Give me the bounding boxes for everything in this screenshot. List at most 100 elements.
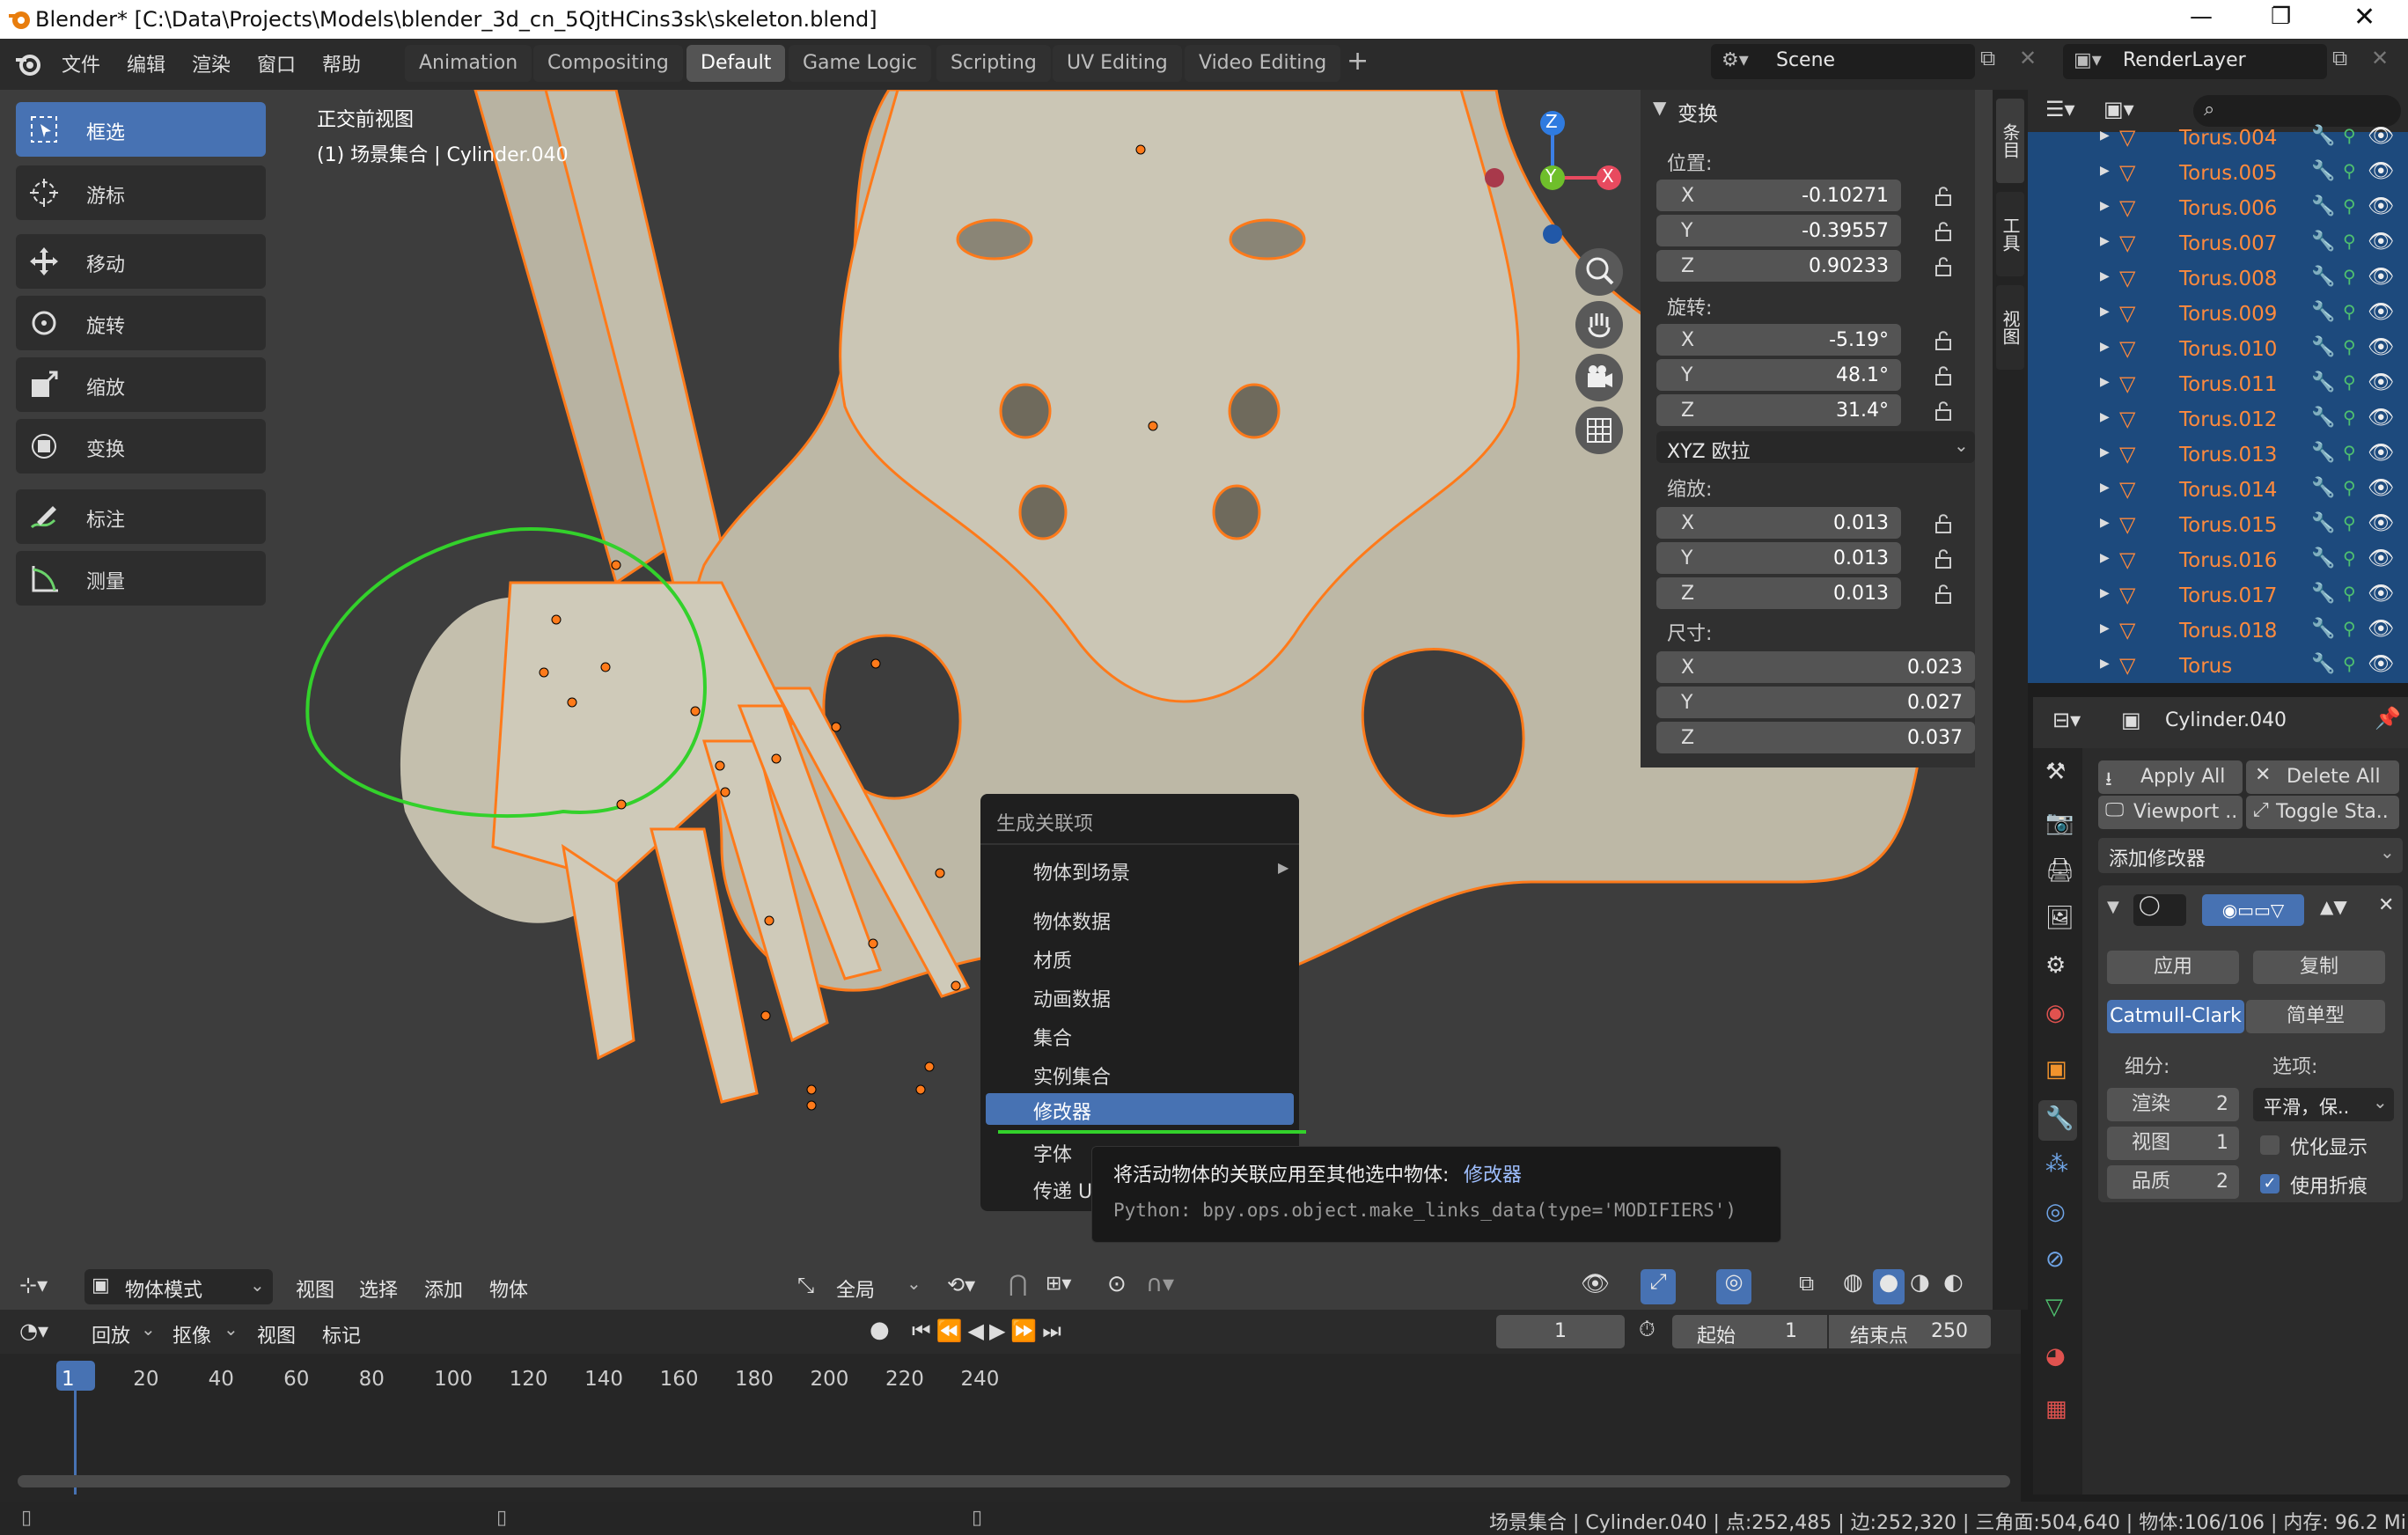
new-scene-icon[interactable]: ⧉	[1980, 46, 1995, 70]
output-icon[interactable]: 🖨	[2045, 857, 2074, 884]
delete-layer-icon[interactable]: ✕	[2371, 46, 2389, 70]
outliner-item[interactable]: ▶ ▽ Torus.018 🔧 ⚲ 👁	[2100, 616, 2399, 651]
close-icon[interactable]: ✕	[2353, 2, 2375, 33]
tab-scripting[interactable]: Scripting	[936, 45, 1051, 82]
menu-item-modifiers[interactable]: 修改器	[986, 1093, 1294, 1125]
camera-view-icon[interactable]	[1575, 354, 1623, 401]
snap-magnet-icon[interactable]: ⋂	[1009, 1271, 1027, 1297]
dimension-z-field[interactable]: Z 0.037	[1656, 722, 1975, 753]
outliner-item[interactable]: ▶ ▽ Torus.017 🔧 ⚲ 👁	[2100, 581, 2399, 616]
tool-rotate[interactable]: 旋转	[16, 296, 266, 350]
menu-item-collection[interactable]: 集合	[1033, 1023, 1072, 1051]
delete-scene-icon[interactable]: ✕	[2019, 46, 2037, 70]
object-props-icon[interactable]: ▣	[2045, 1056, 2067, 1083]
visibility-eye-icon[interactable]: 👁	[2368, 264, 2394, 289]
visibility-eye-icon[interactable]: 👁	[2368, 475, 2394, 500]
visibility-eye-icon[interactable]: 👁	[2368, 299, 2394, 324]
snap-type-icon[interactable]: ⊞▾	[1046, 1273, 1071, 1295]
dimension-x-field[interactable]: X 0.023	[1656, 651, 1975, 683]
mesh-data-icon[interactable]: ⚲	[2343, 125, 2356, 146]
mesh-data-icon[interactable]: ⚲	[2343, 583, 2356, 604]
tool-measure[interactable]: 测量	[16, 551, 266, 606]
rotation-z-field[interactable]: Z 31.4°	[1656, 394, 1901, 426]
lock-icon[interactable]	[1934, 401, 1957, 421]
outliner-item[interactable]: ▶ ▽ Torus.008 🔧 ⚲ 👁	[2100, 264, 2399, 299]
collapse-arrow-icon[interactable]: ▼	[2107, 898, 2119, 916]
location-z-field[interactable]: Z 0.90233	[1656, 250, 1901, 282]
start-frame-field[interactable]: 起始 1	[1672, 1315, 1827, 1348]
display-mode-icon[interactable]: ▣▾	[2103, 97, 2134, 121]
editor-type-icon[interactable]: ⊟▾	[2052, 708, 2081, 732]
maximize-icon[interactable]: ❐	[2271, 4, 2291, 30]
visibility-eye-icon[interactable]: 👁	[2368, 405, 2394, 430]
tab-view[interactable]: 视图	[1996, 285, 2024, 370]
expand-arrow-icon[interactable]: ▶	[2100, 305, 2110, 319]
mesh-data-icon[interactable]: ⚲	[2343, 407, 2356, 428]
new-layer-icon[interactable]: ⧉	[2332, 46, 2347, 70]
menu-keying[interactable]: 抠像	[173, 1320, 211, 1348]
visibility-eye-icon[interactable]: 👁	[2368, 123, 2394, 148]
expand-arrow-icon[interactable]: ▶	[2100, 445, 2110, 459]
expand-arrow-icon[interactable]: ▶	[2100, 340, 2110, 354]
lock-icon[interactable]	[1934, 222, 1957, 241]
lock-icon[interactable]	[1934, 331, 1957, 350]
outliner-item[interactable]: ▶ ▽ Torus.004 🔧 ⚲ 👁	[2100, 123, 2399, 158]
catmull-clark-button[interactable]: Catmull-Clark	[2107, 1000, 2244, 1033]
mesh-data-icon[interactable]: ⚲	[2343, 336, 2356, 357]
modifier-wrench-icon[interactable]: 🔧	[2311, 195, 2335, 217]
modifier-wrench-icon[interactable]: 🔧	[2311, 301, 2335, 323]
lock-icon[interactable]	[1934, 257, 1957, 276]
editor-type-icon[interactable]: ⊹▾	[19, 1273, 48, 1297]
menu-render[interactable]: 渲染	[192, 49, 231, 77]
simple-button[interactable]: 简单型	[2246, 1000, 2385, 1033]
navigation-gizmo[interactable]	[1472, 107, 1648, 248]
falloff-icon[interactable]: ∩▾	[1146, 1271, 1174, 1297]
tool-select-box[interactable]: 框选	[16, 102, 266, 157]
viewport-levels-field[interactable]: 视图 1	[2107, 1127, 2239, 1160]
menu-select[interactable]: 选择	[359, 1274, 398, 1303]
menu-add[interactable]: 添加	[424, 1274, 463, 1303]
expand-arrow-icon[interactable]: ▶	[2100, 129, 2110, 143]
visibility-eye-icon[interactable]: 👁	[2368, 510, 2394, 535]
apply-all-button[interactable]: Apply All	[2098, 760, 2243, 794]
material-icon[interactable]: ◕	[2045, 1343, 2066, 1370]
collapse-arrow-icon[interactable]: ▼	[1653, 97, 1666, 118]
lock-icon[interactable]	[1934, 366, 1957, 386]
pan-hand-icon[interactable]	[1575, 301, 1623, 349]
location-x-field[interactable]: X -0.10271	[1656, 180, 1901, 211]
lock-icon[interactable]	[1934, 584, 1957, 604]
menu-item-object-to-scene[interactable]: 物体到场景	[1033, 857, 1130, 885]
menu-view[interactable]: 视图	[257, 1320, 296, 1348]
outliner-item[interactable]: ▶ ▽ Torus.013 🔧 ⚲ 👁	[2100, 440, 2399, 475]
expand-arrow-icon[interactable]: ▶	[2100, 410, 2110, 424]
playback-controls[interactable]: ⏮⏪◀▶⏩⏭	[912, 1318, 1067, 1343]
data-icon[interactable]: ▽	[2045, 1294, 2063, 1320]
outliner-item[interactable]: ▶ ▽ Torus.015 🔧 ⚲ 👁	[2100, 510, 2399, 546]
tool-scale[interactable]: 缩放	[16, 357, 266, 412]
tool-annotate[interactable]: 标注	[16, 489, 266, 544]
visibility-eye-icon[interactable]: 👁	[2368, 334, 2394, 359]
particles-icon[interactable]: ⁂	[2045, 1151, 2068, 1178]
apply-button[interactable]: 应用	[2107, 951, 2239, 984]
xray-icon[interactable]: ⧉	[1799, 1271, 1814, 1296]
tab-video-editing[interactable]: Video Editing	[1185, 45, 1341, 82]
wireframe-shading-icon[interactable]: ◍	[1843, 1269, 1863, 1296]
menu-playback[interactable]: 回放	[92, 1320, 130, 1348]
rotation-mode-select[interactable]: XYZ 欧拉 ⌄	[1656, 431, 1975, 463]
move-up-down-icon[interactable]: ▲▼	[2320, 896, 2347, 917]
material-shading-icon[interactable]: ◑	[1910, 1269, 1930, 1296]
visibility-eye-icon[interactable]: 👁	[2368, 229, 2394, 253]
visibility-eye-icon[interactable]: 👁	[1581, 1271, 1610, 1297]
gizmo-toggle-icon[interactable]: ⤢	[1641, 1269, 1676, 1304]
scale-z-field[interactable]: Z 0.013	[1656, 577, 1901, 609]
mesh-data-icon[interactable]: ⚲	[2343, 512, 2356, 533]
modifier-wrench-icon[interactable]: 🔧	[2311, 547, 2335, 569]
outliner-item[interactable]: ▶ ▽ Torus 🔧 ⚲ 👁	[2100, 651, 2399, 687]
visibility-eye-icon[interactable]: 👁	[2368, 616, 2394, 641]
end-frame-field[interactable]: 结束点 250	[1829, 1315, 1991, 1348]
copy-button[interactable]: 复制	[2253, 951, 2385, 984]
expand-arrow-icon[interactable]: ▶	[2100, 481, 2110, 495]
tab-default[interactable]: Default	[686, 45, 786, 82]
modifier-wrench-icon[interactable]: 🔧	[2311, 442, 2335, 464]
add-workspace-button[interactable]: +	[1347, 46, 1369, 77]
